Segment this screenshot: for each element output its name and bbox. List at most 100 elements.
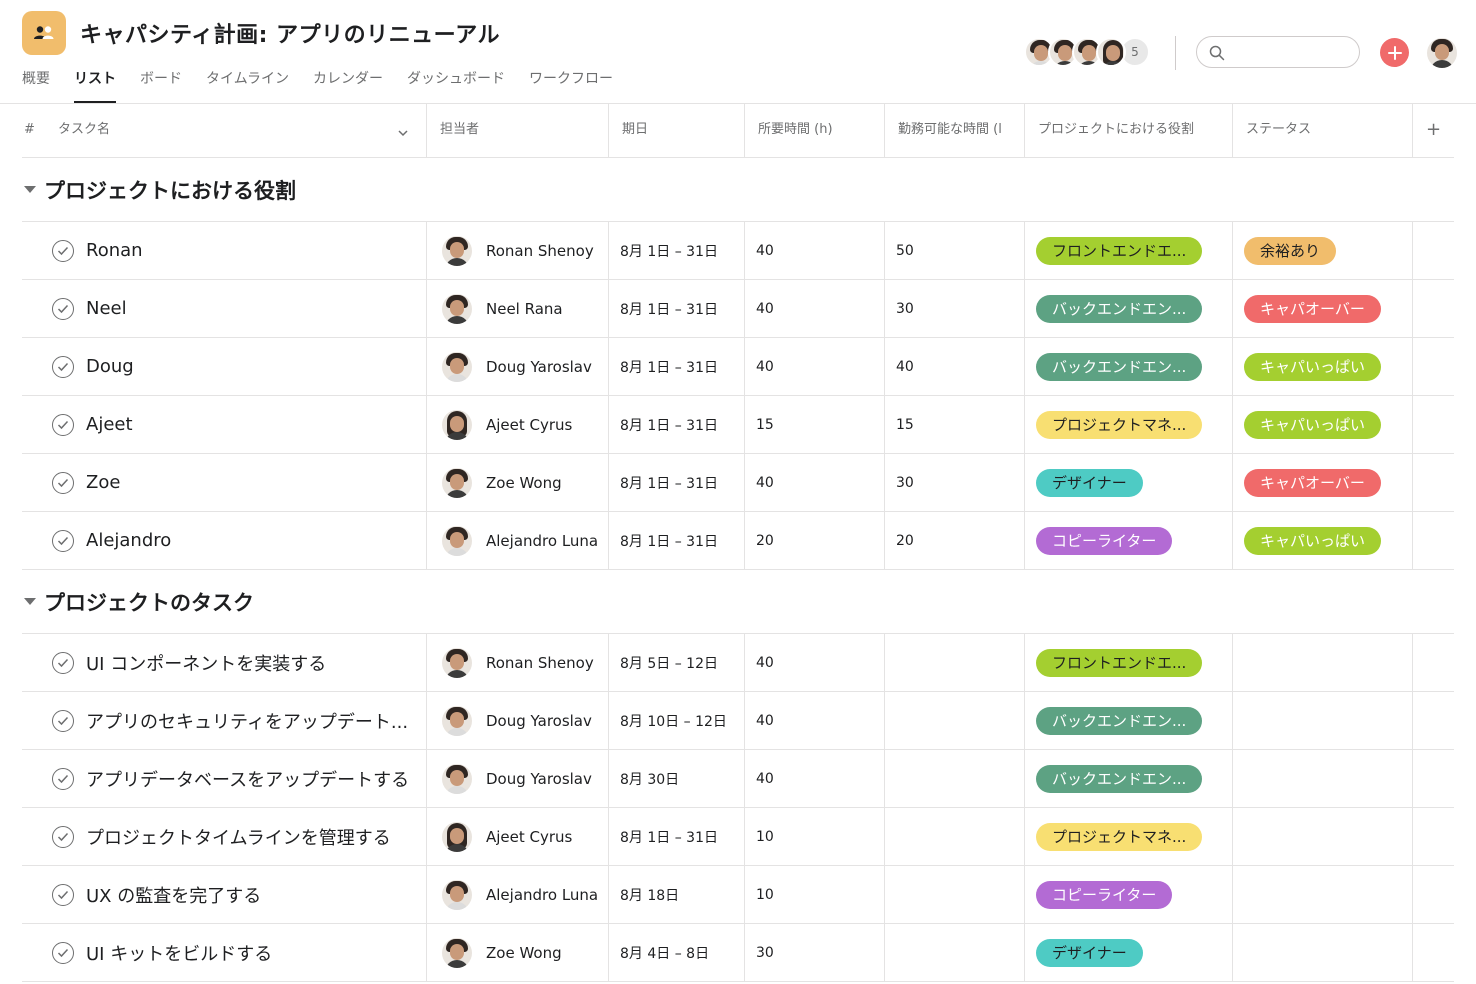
role-cell[interactable]: デザイナー	[1036, 924, 1226, 981]
task-cell[interactable]: Zoe	[22, 454, 426, 511]
tab-1[interactable]: リスト	[74, 68, 116, 104]
user-avatar[interactable]	[1427, 38, 1457, 68]
column-assignee[interactable]: 担当者	[440, 104, 479, 158]
role-cell[interactable]: プロジェクトマネ...	[1036, 808, 1226, 865]
task-name[interactable]: UI コンポーネントを実装する	[86, 650, 326, 676]
role-cell[interactable]: コピーライター	[1036, 512, 1226, 569]
role-tag[interactable]: コピーライター	[1036, 880, 1173, 909]
table-row[interactable]: プロジェクトタイムラインを管理する Ajeet Cyrus 8月 1日 – 31日 1…	[22, 808, 1454, 866]
project-title[interactable]: キャパシティ計画: アプリのリニューアル	[80, 17, 500, 49]
assignee-avatar[interactable]	[442, 763, 472, 794]
assignee-cell[interactable]: Zoe Wong	[442, 454, 612, 511]
role-tag[interactable]: コピーライター	[1036, 526, 1173, 555]
status-cell[interactable]: キャパいっぱい	[1244, 396, 1414, 453]
role-tag[interactable]: デザイナー	[1036, 468, 1143, 497]
available-hours-cell[interactable]: 20	[896, 512, 1016, 569]
task-name[interactable]: UX の監査を完了する	[86, 882, 261, 908]
status-cell[interactable]: キャパいっぱい	[1244, 338, 1414, 395]
complete-check-icon[interactable]	[52, 471, 74, 494]
table-row[interactable]: Ronan Ronan Shenoy 8月 1日 – 31日 40 50 フロントエンドエ…	[22, 222, 1454, 280]
available-hours-cell[interactable]: 30	[896, 280, 1016, 337]
member-avatar[interactable]	[1096, 37, 1126, 67]
task-name[interactable]: Neel	[86, 298, 127, 319]
task-cell[interactable]: Doug	[22, 338, 426, 395]
complete-check-icon[interactable]	[52, 355, 74, 378]
due-date-cell[interactable]: 8月 1日 – 31日	[620, 454, 744, 511]
complete-check-icon[interactable]	[52, 413, 74, 436]
assignee-avatar[interactable]	[442, 293, 472, 324]
status-cell[interactable]	[1244, 808, 1414, 865]
section-header[interactable]: プロジェクトのタスク	[22, 570, 1454, 634]
column-divider[interactable]	[744, 104, 745, 157]
section-title[interactable]: プロジェクトにおける役割	[44, 175, 296, 205]
assignee-avatar[interactable]	[442, 647, 472, 678]
task-cell[interactable]: Ajeet	[22, 396, 426, 453]
status-tag[interactable]: キャパいっぱい	[1244, 410, 1382, 439]
available-hours-cell[interactable]	[896, 866, 1016, 923]
available-hours-cell[interactable]: 15	[896, 396, 1016, 453]
due-date-cell[interactable]: 8月 1日 – 31日	[620, 222, 744, 279]
caret-down-icon[interactable]	[24, 186, 36, 193]
task-name[interactable]: アプリのセキュリティをアップデート...	[86, 708, 408, 734]
section-title[interactable]: プロジェクトのタスク	[44, 587, 254, 617]
task-name[interactable]: Ajeet	[86, 414, 133, 435]
due-date-cell[interactable]: 8月 1日 – 31日	[620, 396, 744, 453]
role-tag[interactable]: バックエンドエン...	[1036, 352, 1203, 381]
task-name[interactable]: アプリデータベースをアップデートする	[86, 766, 409, 792]
tab-4[interactable]: カレンダー	[313, 68, 383, 104]
chevron-down-icon[interactable]	[397, 124, 409, 143]
add-column-button[interactable]: +	[1426, 104, 1441, 158]
assignee-avatar[interactable]	[442, 937, 472, 968]
available-hours-cell[interactable]	[896, 692, 1016, 749]
project-members[interactable]: 5	[1024, 37, 1150, 67]
hours-cell[interactable]: 30	[756, 924, 876, 981]
tab-6[interactable]: ワークフロー	[529, 68, 613, 104]
available-hours-cell[interactable]	[896, 924, 1016, 981]
hours-cell[interactable]: 40	[756, 280, 876, 337]
task-name[interactable]: Zoe	[86, 472, 120, 493]
assignee-avatar[interactable]	[442, 525, 472, 556]
caret-down-icon[interactable]	[24, 598, 36, 605]
task-cell[interactable]: Ronan	[22, 222, 426, 279]
role-cell[interactable]: バックエンドエン...	[1036, 692, 1226, 749]
due-date-cell[interactable]: 8月 1日 – 31日	[620, 338, 744, 395]
hours-cell[interactable]: 40	[756, 454, 876, 511]
available-hours-cell[interactable]: 30	[896, 454, 1016, 511]
table-row[interactable]: UX の監査を完了する Alejandro Luna 8月 18日 10 コピーライター	[22, 866, 1454, 924]
status-cell[interactable]	[1244, 924, 1414, 981]
complete-check-icon[interactable]	[52, 883, 74, 906]
available-hours-cell[interactable]	[896, 634, 1016, 691]
role-tag[interactable]: バックエンドエン...	[1036, 294, 1203, 323]
column-divider[interactable]	[1232, 104, 1233, 157]
hours-cell[interactable]: 10	[756, 866, 876, 923]
table-row[interactable]: Neel Neel Rana 8月 1日 – 31日 40 30 バックエンドエン... キ…	[22, 280, 1454, 338]
hours-cell[interactable]: 40	[756, 750, 876, 807]
tab-5[interactable]: ダッシュボード	[407, 68, 505, 104]
complete-check-icon[interactable]	[52, 529, 74, 552]
task-name[interactable]: UI キットをビルドする	[86, 940, 272, 966]
column-divider[interactable]	[1412, 104, 1413, 157]
task-cell[interactable]: UX の監査を完了する	[22, 866, 426, 923]
assignee-cell[interactable]: Doug Yaroslav	[442, 692, 612, 749]
status-cell[interactable]	[1244, 692, 1414, 749]
assignee-avatar[interactable]	[442, 409, 472, 440]
status-tag[interactable]: キャパいっぱい	[1244, 352, 1382, 381]
complete-check-icon[interactable]	[52, 825, 74, 848]
assignee-avatar[interactable]	[442, 351, 472, 382]
role-tag[interactable]: プロジェクトマネ...	[1036, 410, 1203, 439]
assignee-cell[interactable]: Neel Rana	[442, 280, 612, 337]
status-cell[interactable]	[1244, 866, 1414, 923]
hours-cell[interactable]: 40	[756, 222, 876, 279]
task-cell[interactable]: UI キットをビルドする	[22, 924, 426, 981]
complete-check-icon[interactable]	[52, 767, 74, 790]
role-cell[interactable]: コピーライター	[1036, 866, 1226, 923]
role-cell[interactable]: バックエンドエン...	[1036, 338, 1226, 395]
assignee-avatar[interactable]	[442, 821, 472, 852]
available-hours-cell[interactable]: 50	[896, 222, 1016, 279]
search-box[interactable]	[1196, 36, 1360, 68]
task-cell[interactable]: Neel	[22, 280, 426, 337]
search-input[interactable]	[1231, 41, 1351, 63]
hours-cell[interactable]: 15	[756, 396, 876, 453]
status-tag[interactable]: キャパオーバー	[1244, 468, 1381, 497]
status-cell[interactable]: キャパオーバー	[1244, 454, 1414, 511]
